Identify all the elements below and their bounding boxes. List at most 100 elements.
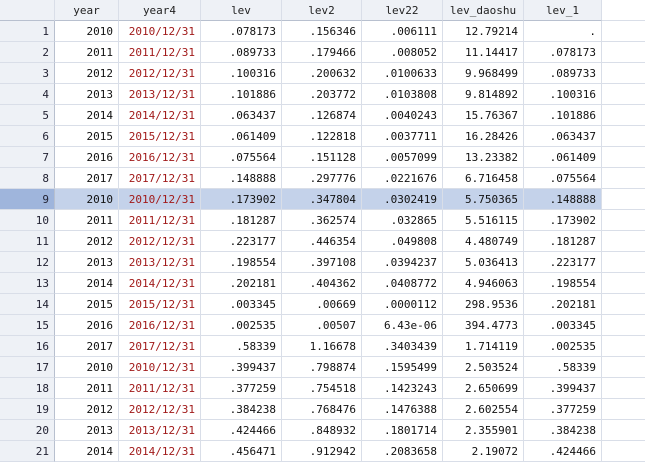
cell-lev2[interactable]: .122818 <box>282 126 362 147</box>
cell-lev-1[interactable]: .061409 <box>524 147 602 168</box>
cell-lev-1[interactable]: .181287 <box>524 231 602 252</box>
row-number[interactable]: 15 <box>0 315 55 336</box>
cell-year4[interactable]: 2016/12/31 <box>119 315 201 336</box>
column-header-lev[interactable]: lev <box>201 0 282 21</box>
row-number[interactable]: 8 <box>0 168 55 189</box>
cell-lev2[interactable]: .404362 <box>282 273 362 294</box>
table-row[interactable]: 18 2011 2011/12/31.377259.754518.1423243 2.… <box>0 378 645 399</box>
cell-lev22[interactable]: .2083658 <box>362 441 443 462</box>
table-row[interactable]: 9 2010 2010/12/31.173902.347804.0302419 5.7… <box>0 189 645 210</box>
column-header-year[interactable]: year <box>55 0 119 21</box>
cell-lev[interactable]: .456471 <box>201 441 282 462</box>
cell-year4[interactable]: 2013/12/31 <box>119 252 201 273</box>
row-number[interactable]: 18 <box>0 378 55 399</box>
column-header-year4[interactable]: year4 <box>119 0 201 21</box>
cell-lev[interactable]: .384238 <box>201 399 282 420</box>
cell-year4[interactable]: 2017/12/31 <box>119 168 201 189</box>
cell-year4[interactable]: 2012/12/31 <box>119 63 201 84</box>
table-row[interactable]: 4 2013 2013/12/31.101886.203772.0103808 9.8… <box>0 84 645 105</box>
cell-lev-daoshu[interactable]: 5.750365 <box>443 189 524 210</box>
cell-lev-daoshu[interactable]: 15.76367 <box>443 105 524 126</box>
table-row[interactable]: 20 2013 2013/12/31.424466.848932.1801714 2.… <box>0 420 645 441</box>
cell-lev2[interactable]: .768476 <box>282 399 362 420</box>
cell-year[interactable]: 2010 <box>55 21 119 42</box>
row-number[interactable]: 14 <box>0 294 55 315</box>
cell-year[interactable]: 2014 <box>55 441 119 462</box>
table-row[interactable]: 17 2010 2010/12/31.399437.798874.1595499 2.… <box>0 357 645 378</box>
cell-year[interactable]: 2013 <box>55 84 119 105</box>
cell-lev[interactable]: .063437 <box>201 105 282 126</box>
cell-lev22[interactable]: .032865 <box>362 210 443 231</box>
row-number[interactable]: 12 <box>0 252 55 273</box>
column-header-lev22[interactable]: lev22 <box>362 0 443 21</box>
cell-lev2[interactable]: .156346 <box>282 21 362 42</box>
cell-lev22[interactable]: .0302419 <box>362 189 443 210</box>
cell-year[interactable]: 2017 <box>55 336 119 357</box>
cell-year[interactable]: 2012 <box>55 63 119 84</box>
data-editor-grid[interactable]: year year4 lev lev2 lev22 lev_daoshu lev… <box>0 0 645 462</box>
cell-lev-1[interactable]: .003345 <box>524 315 602 336</box>
cell-year4[interactable]: 2012/12/31 <box>119 399 201 420</box>
cell-year4[interactable]: 2013/12/31 <box>119 420 201 441</box>
table-row[interactable]: 10 2011 2011/12/31.181287.362574.032865 5.5… <box>0 210 645 231</box>
row-number[interactable]: 4 <box>0 84 55 105</box>
table-row[interactable]: 6 2015 2015/12/31.061409.122818.0037711 16.… <box>0 126 645 147</box>
cell-lev-daoshu[interactable]: 2.355901 <box>443 420 524 441</box>
table-row[interactable]: 11 2012 2012/12/31.223177.446354.049808 4.4… <box>0 231 645 252</box>
table-row[interactable]: 12 2013 2013/12/31.198554.397108.0394237 5.… <box>0 252 645 273</box>
cell-lev22[interactable]: 6.43e-06 <box>362 315 443 336</box>
cell-lev[interactable]: .003345 <box>201 294 282 315</box>
row-number[interactable]: 6 <box>0 126 55 147</box>
table-row[interactable]: 8 2017 2017/12/31.148888.297776.0221676 6.7… <box>0 168 645 189</box>
cell-lev[interactable]: .399437 <box>201 357 282 378</box>
cell-lev[interactable]: .078173 <box>201 21 282 42</box>
cell-year4[interactable]: 2011/12/31 <box>119 210 201 231</box>
cell-year[interactable]: 2017 <box>55 168 119 189</box>
cell-year[interactable]: 2011 <box>55 42 119 63</box>
table-row[interactable]: 19 2012 2012/12/31.384238.768476.1476388 2.… <box>0 399 645 420</box>
cell-year[interactable]: 2012 <box>55 399 119 420</box>
table-row[interactable]: 5 2014 2014/12/31.063437.126874.0040243 15.… <box>0 105 645 126</box>
cell-year4[interactable]: 2015/12/31 <box>119 294 201 315</box>
cell-lev-1[interactable]: .173902 <box>524 210 602 231</box>
cell-lev22[interactable]: .008052 <box>362 42 443 63</box>
cell-lev-1[interactable]: .063437 <box>524 126 602 147</box>
row-number[interactable]: 11 <box>0 231 55 252</box>
cell-year[interactable]: 2010 <box>55 357 119 378</box>
cell-lev[interactable]: .198554 <box>201 252 282 273</box>
cell-lev2[interactable]: .798874 <box>282 357 362 378</box>
cell-lev[interactable]: .089733 <box>201 42 282 63</box>
cell-lev[interactable]: .173902 <box>201 189 282 210</box>
row-number[interactable]: 10 <box>0 210 55 231</box>
table-row[interactable]: 2 2011 2011/12/31.089733.179466.008052 11.1… <box>0 42 645 63</box>
cell-lev-1[interactable]: .198554 <box>524 273 602 294</box>
cell-lev[interactable]: .101886 <box>201 84 282 105</box>
cell-lev[interactable]: .061409 <box>201 126 282 147</box>
cell-lev22[interactable]: .0057099 <box>362 147 443 168</box>
corner-cell[interactable] <box>0 0 55 21</box>
column-header-lev2[interactable]: lev2 <box>282 0 362 21</box>
cell-lev[interactable]: .377259 <box>201 378 282 399</box>
cell-year4[interactable]: 2010/12/31 <box>119 21 201 42</box>
cell-lev22[interactable]: .006111 <box>362 21 443 42</box>
cell-year4[interactable]: 2016/12/31 <box>119 147 201 168</box>
cell-lev-1[interactable]: .078173 <box>524 42 602 63</box>
cell-lev[interactable]: .202181 <box>201 273 282 294</box>
cell-lev-daoshu[interactable]: 6.716458 <box>443 168 524 189</box>
cell-lev[interactable]: .181287 <box>201 210 282 231</box>
table-row[interactable]: 14 2015 2015/12/31.003345.00669.0000112 298… <box>0 294 645 315</box>
cell-lev22[interactable]: .1476388 <box>362 399 443 420</box>
cell-lev2[interactable]: .00507 <box>282 315 362 336</box>
row-number[interactable]: 13 <box>0 273 55 294</box>
cell-lev-1[interactable]: .424466 <box>524 441 602 462</box>
cell-year4[interactable]: 2014/12/31 <box>119 105 201 126</box>
cell-lev2[interactable]: .347804 <box>282 189 362 210</box>
cell-lev2[interactable]: .397108 <box>282 252 362 273</box>
cell-lev22[interactable]: .049808 <box>362 231 443 252</box>
cell-lev22[interactable]: .0000112 <box>362 294 443 315</box>
cell-lev22[interactable]: .0100633 <box>362 63 443 84</box>
cell-lev22[interactable]: .0037711 <box>362 126 443 147</box>
cell-year[interactable]: 2013 <box>55 252 119 273</box>
cell-lev2[interactable]: .848932 <box>282 420 362 441</box>
cell-lev-daoshu[interactable]: 5.036413 <box>443 252 524 273</box>
